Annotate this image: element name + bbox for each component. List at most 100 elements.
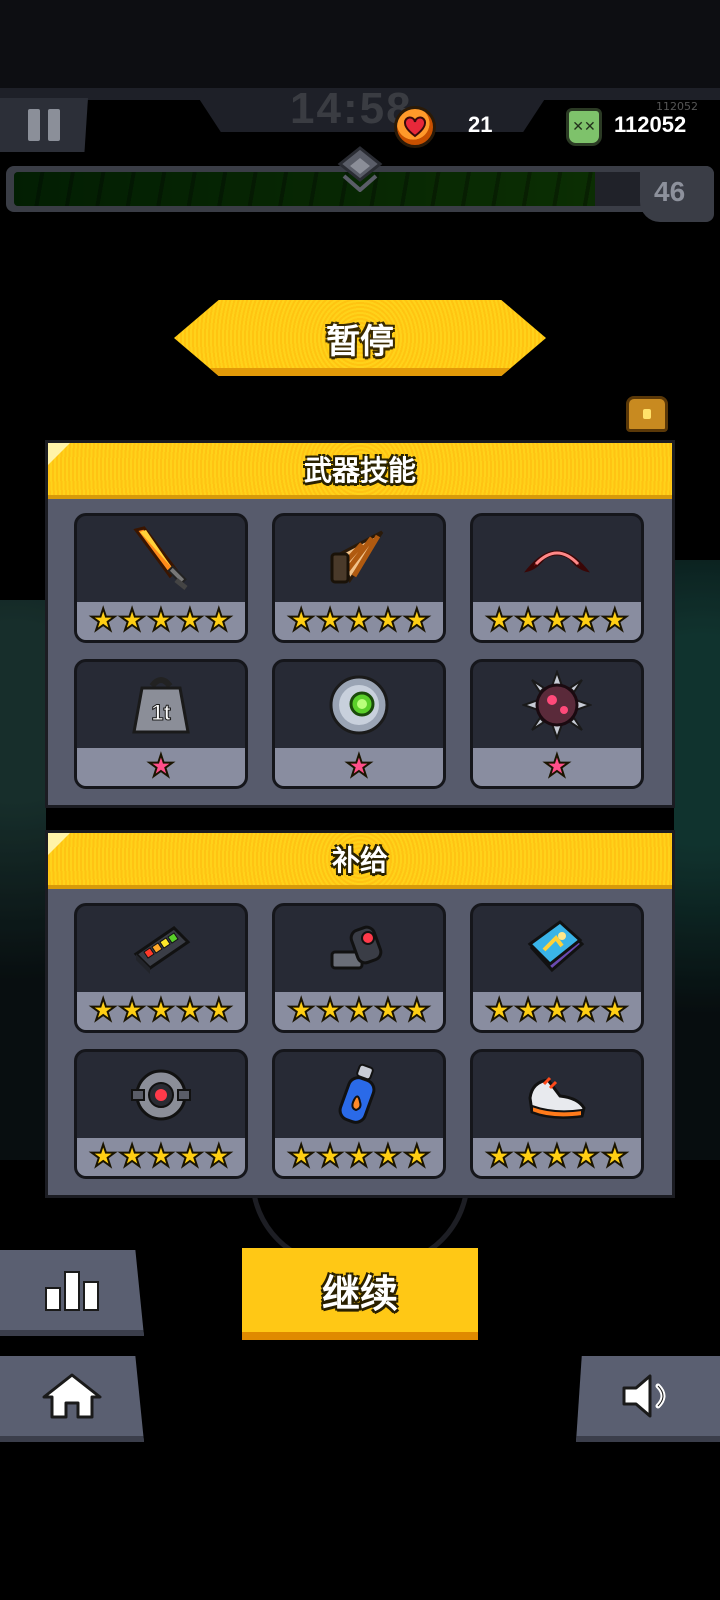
star-rating: ★ ★ ★ ★ ★	[473, 992, 641, 1030]
chest-icon	[626, 396, 668, 432]
star-icon: ★	[147, 749, 176, 784]
weapons-panel-title: 武器技能	[303, 454, 416, 487]
continue-button[interactable]: 继续	[242, 1248, 478, 1340]
supply-slot[interactable]: ★ ★ ★ ★ ★	[470, 903, 644, 1033]
xp-bar-fill	[14, 172, 596, 206]
weapon-slot[interactable]: ★	[470, 659, 644, 789]
supplies-panel-header: 补给	[48, 833, 672, 889]
star-icon: ★	[316, 993, 345, 1028]
star-rating: ★ ★ ★ ★ ★	[275, 602, 443, 640]
star-icon: ★	[600, 993, 629, 1028]
star-icon: ★	[543, 993, 572, 1028]
kill-count: 112052	[614, 112, 687, 137]
weapon-slot[interactable]: ★	[272, 659, 446, 789]
star-icon: ★	[514, 603, 543, 638]
star-icon: ★	[514, 993, 543, 1028]
weapons-panel: 武器技能 ★ ★ ★ ★ ★ ★ ★ ★ ★ ★ ★ ★ ★ ★ ★ 1t ★ ★ ★	[45, 440, 675, 808]
weapon-slot[interactable]: 1t ★	[74, 659, 248, 789]
hud-top-band	[0, 0, 720, 95]
star-rating: ★ ★ ★ ★ ★	[77, 992, 245, 1030]
star-rating: ★ ★ ★ ★ ★	[275, 1138, 443, 1176]
background-foliage-right	[674, 560, 720, 1160]
star-icon: ★	[571, 1139, 600, 1174]
weapon-slot[interactable]: ★ ★ ★ ★ ★	[272, 513, 446, 643]
supplies-panel-title: 补给	[331, 844, 388, 877]
lives-count: 21	[468, 112, 493, 137]
star-icon: ★	[345, 993, 374, 1028]
arm-cannon-icon	[275, 906, 443, 992]
star-rating: ★ ★ ★ ★ ★	[473, 1138, 641, 1176]
star-rating: ★	[77, 748, 245, 786]
star-icon: ★	[287, 603, 316, 638]
heart-icon	[394, 106, 436, 148]
pause-icon	[28, 109, 40, 141]
star-icon: ★	[147, 603, 176, 638]
star-icon: ★	[89, 993, 118, 1028]
star-icon: ★	[118, 1139, 147, 1174]
weapon-slot[interactable]: ★ ★ ★ ★ ★	[74, 513, 248, 643]
star-icon: ★	[204, 603, 233, 638]
boomerang-icon	[473, 516, 641, 602]
star-icon: ★	[543, 749, 572, 784]
star-icon: ★	[316, 603, 345, 638]
star-icon: ★	[345, 1139, 374, 1174]
star-icon: ★	[118, 993, 147, 1028]
star-icon: ★	[600, 1139, 629, 1174]
svg-text:1t: 1t	[151, 700, 171, 725]
star-icon: ★	[485, 1139, 514, 1174]
flame-sword-icon	[77, 516, 245, 602]
rank-chevron-icon	[337, 146, 383, 192]
star-icon: ★	[543, 603, 572, 638]
star-icon: ★	[89, 603, 118, 638]
star-icon: ★	[89, 1139, 118, 1174]
star-icon: ★	[316, 1139, 345, 1174]
skull-icon: ✕✕	[566, 108, 602, 146]
stats-button[interactable]	[0, 1250, 144, 1336]
book-icon	[473, 906, 641, 992]
star-icon: ★	[147, 993, 176, 1028]
star-icon: ★	[147, 1139, 176, 1174]
fuel-canister-icon	[275, 1052, 443, 1138]
star-icon: ★	[373, 1139, 402, 1174]
star-icon: ★	[175, 993, 204, 1028]
sound-button[interactable]	[576, 1356, 720, 1442]
star-icon: ★	[402, 993, 431, 1028]
sneaker-icon	[473, 1052, 641, 1138]
weapons-grid: ★ ★ ★ ★ ★ ★ ★ ★ ★ ★ ★ ★ ★ ★ ★ 1t ★ ★ ★	[48, 499, 672, 805]
pause-button[interactable]	[0, 98, 88, 152]
drill-icon	[275, 516, 443, 602]
background-foliage-left	[0, 600, 46, 1160]
supply-slot[interactable]: ★ ★ ★ ★ ★	[470, 1049, 644, 1179]
star-icon: ★	[175, 1139, 204, 1174]
orb-icon	[275, 662, 443, 748]
star-icon: ★	[287, 1139, 316, 1174]
star-rating: ★ ★ ★ ★ ★	[77, 602, 245, 640]
home-button[interactable]	[0, 1356, 144, 1442]
star-icon: ★	[373, 603, 402, 638]
star-icon: ★	[118, 603, 147, 638]
star-icon: ★	[287, 993, 316, 1028]
speaker-icon	[622, 1374, 666, 1418]
supply-slot[interactable]: ★ ★ ★ ★ ★	[74, 903, 248, 1033]
star-icon: ★	[175, 603, 204, 638]
battery-icon	[77, 906, 245, 992]
supply-slot[interactable]: ★ ★ ★ ★ ★	[272, 903, 446, 1033]
star-icon: ★	[373, 993, 402, 1028]
star-rating: ★	[473, 748, 641, 786]
supplies-panel: 补给 ★ ★ ★ ★ ★ ★ ★ ★ ★ ★ ★ ★ ★ ★ ★ ★ ★ ★ ★ ★ ★ ★ ★ ★ ★ ★ ★ ★ ★ ★	[45, 830, 675, 1198]
star-icon: ★	[204, 993, 233, 1028]
weapons-panel-header: 武器技能	[48, 443, 672, 499]
supply-slot[interactable]: ★ ★ ★ ★ ★	[74, 1049, 248, 1179]
star-icon: ★	[345, 749, 374, 784]
supply-slot[interactable]: ★ ★ ★ ★ ★	[272, 1049, 446, 1179]
star-rating: ★ ★ ★ ★ ★	[77, 1138, 245, 1176]
star-icon: ★	[571, 993, 600, 1028]
star-rating: ★ ★ ★ ★ ★	[275, 992, 443, 1030]
continue-button-label: 继续	[321, 1271, 398, 1316]
star-rating: ★	[275, 748, 443, 786]
star-icon: ★	[514, 1139, 543, 1174]
supplies-grid: ★ ★ ★ ★ ★ ★ ★ ★ ★ ★ ★ ★ ★ ★ ★ ★ ★ ★ ★ ★ ★ ★ ★ ★ ★ ★ ★ ★ ★ ★	[48, 889, 672, 1195]
pause-title-banner: 暂停	[174, 300, 546, 376]
weapon-slot[interactable]: ★ ★ ★ ★ ★	[470, 513, 644, 643]
level-number: 46	[654, 176, 686, 207]
